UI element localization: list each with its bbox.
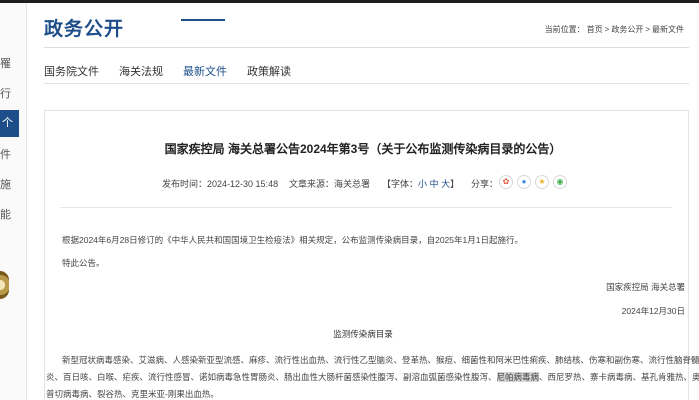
tab-latest-docs[interactable]: 最新文件 <box>183 63 227 79</box>
font-size-label: 【字体： <box>382 179 419 189</box>
breadcrumb-current[interactable]: 最新文件 <box>652 25 684 34</box>
side-nav-item[interactable]: 能 <box>0 206 12 222</box>
active-tab-indicator <box>181 19 225 21</box>
font-size-close: 】 <box>450 179 460 189</box>
breadcrumb-separator: > <box>645 25 650 34</box>
disease-list-text: 、西尼罗热、寨卡病毒病、基孔肯雅热、奥罗 <box>539 372 699 382</box>
body-closing: 特此公告。 <box>62 258 105 268</box>
publish-time: 发布时间：2024-12-30 15:48 <box>162 177 278 190</box>
side-nav-item[interactable]: 罹 <box>0 55 12 71</box>
page-title: 政务公开 <box>44 18 125 40</box>
article-source: 文章来源：海关总署 <box>289 177 370 190</box>
weibo-icon[interactable]: ✿ <box>499 175 513 189</box>
breadcrumb-prefix: 当前位置： <box>544 25 585 34</box>
font-size-switcher: 【字体：小 中 大】 <box>382 177 459 190</box>
disease-list-line: 普切病毒病、裂谷热、克里米亚-刚果出血热。 <box>46 389 219 399</box>
publish-time-label: 发布时间： <box>162 179 208 189</box>
source-label: 文章来源： <box>289 179 335 189</box>
tab-customs-regulations[interactable]: 海关法规 <box>119 63 163 79</box>
disease-list-line: 新型冠状病毒感染、艾滋病、人感染新亚型流感、麻疹、流行性出血热、流行性乙型脑炎、… <box>62 355 699 365</box>
breadcrumb-home-link[interactable]: 首页 <box>587 25 603 34</box>
side-nav-item-active[interactable]: 个 <box>0 110 19 137</box>
font-large-button[interactable]: 大 <box>441 179 450 189</box>
emblem-icon <box>0 271 9 299</box>
tab-state-council-docs[interactable]: 国务院文件 <box>44 63 99 79</box>
list-title: 监测传染病目录 <box>333 329 393 339</box>
side-nav-item[interactable]: 施 <box>0 176 12 192</box>
font-small-button[interactable]: 小 <box>418 179 427 189</box>
article-title: 国家疾控局 海关总署公告2024年第3号（关于公布监测传染病目录的公告） <box>164 142 562 156</box>
breadcrumb: 当前位置： 首页 > 政务公开 > 最新文件 <box>544 24 685 35</box>
publish-time-value: 2024-12-30 15:48 <box>207 179 279 189</box>
disease-list-text: 炎、百日咳、白喉、疟疾、流行性感冒、诺如病毒急性胃肠炎、肠出血性大肠杆菌感染性腹… <box>46 372 497 382</box>
wechat-icon[interactable]: ◉ <box>553 175 567 189</box>
font-medium-button[interactable]: 中 <box>430 179 439 189</box>
side-nav-item[interactable]: 行 <box>0 85 12 101</box>
breadcrumb-separator: > <box>604 25 610 34</box>
header-divider <box>44 47 689 48</box>
highlighted-text: 尼帕病毒病 <box>496 372 540 382</box>
body-paragraph: 根据2024年6月28日修订的《中华人民共和国国境卫生检疫法》相关规定，公布监测… <box>62 235 523 245</box>
qzone-icon[interactable]: ★ <box>535 175 549 189</box>
top-bar <box>0 0 699 3</box>
breadcrumb-link[interactable]: 政务公开 <box>611 25 643 34</box>
qq-icon[interactable]: ● <box>517 175 531 189</box>
signature-org: 国家疾控局 海关总署 <box>606 282 685 292</box>
signature-date: 2024年12月30日 <box>621 306 685 316</box>
tabs-divider <box>44 83 689 84</box>
side-nav: 罹 行 个 件 施 能 <box>0 3 27 400</box>
source-value: 海关总署 <box>334 179 371 189</box>
tab-policy-interpretation[interactable]: 政策解读 <box>247 63 291 79</box>
disease-list-line: 炎、百日咳、白喉、疟疾、流行性感冒、诺如病毒急性胃肠炎、肠出血性大肠杆菌感染性腹… <box>46 371 699 383</box>
meta-divider <box>60 207 672 208</box>
share-label: 分享： <box>471 179 499 189</box>
